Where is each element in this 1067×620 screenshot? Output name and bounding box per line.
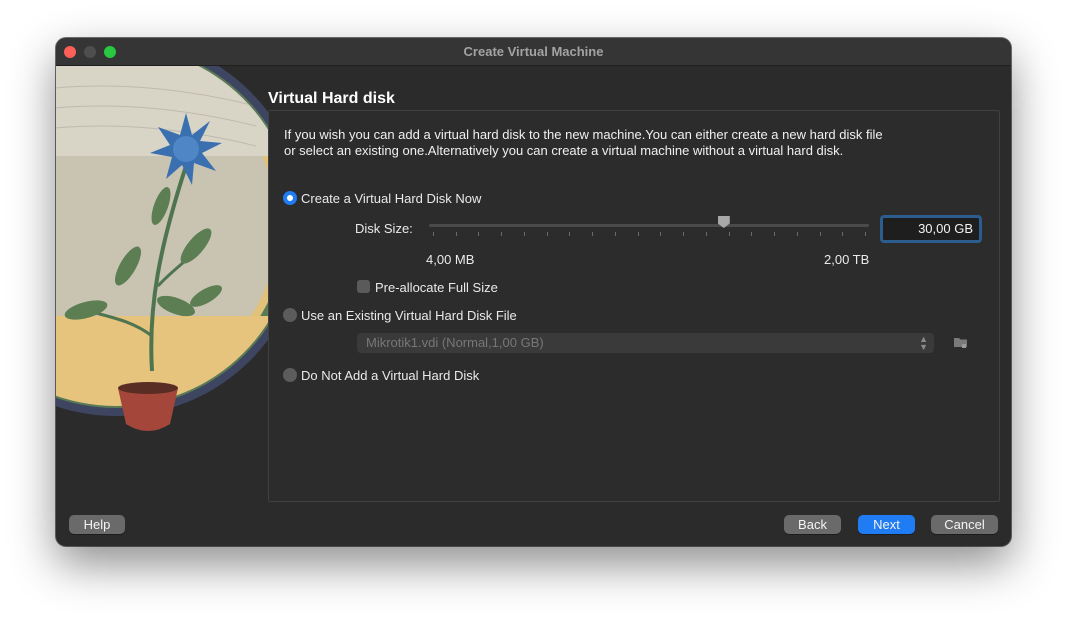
next-button[interactable]: Next (858, 515, 915, 534)
window-title: Create Virtual Machine (463, 44, 604, 59)
slider-tick (705, 232, 707, 236)
slider-tick (842, 232, 844, 236)
slider-tick (455, 232, 457, 236)
slider-tick (546, 232, 548, 236)
slider-tick (501, 232, 503, 236)
disk-size-input[interactable]: 30,00 GB (880, 215, 982, 243)
create-vm-dialog: Create Virtual Machine Virtual Hard disk… (56, 38, 1011, 546)
slider-tick (819, 232, 821, 236)
page-description: If you wish you can add a virtual hard d… (284, 127, 883, 158)
use-existing-disk-radio[interactable] (283, 308, 297, 322)
slider-min-label: 4,00 MB (426, 252, 475, 267)
existing-disk-select[interactable]: Mikrotik1.vdi (Normal,1,00 GB) ▲ ▼ (357, 333, 934, 353)
no-disk-radio[interactable] (283, 368, 297, 382)
help-button[interactable]: Help (69, 515, 125, 534)
existing-disk-selected: Mikrotik1.vdi (Normal,1,00 GB) (366, 335, 544, 350)
use-existing-disk-label[interactable]: Use an Existing Virtual Hard Disk File (301, 308, 517, 323)
disk-size-label: Disk Size: (355, 221, 413, 236)
disk-size-slider[interactable] (429, 214, 869, 238)
title-bar: Create Virtual Machine (56, 38, 1011, 66)
slider-tick (865, 232, 866, 236)
create-disk-now-label[interactable]: Create a Virtual Hard Disk Now (301, 191, 481, 206)
slider-tick (592, 232, 594, 236)
slider-track (429, 224, 869, 227)
slider-tick (433, 232, 434, 236)
slider-ticks (433, 232, 866, 237)
slider-tick (683, 232, 685, 236)
slider-tick (569, 232, 571, 236)
folder-open-icon[interactable] (953, 334, 969, 350)
slider-tick (478, 232, 480, 236)
slider-tick (796, 232, 798, 236)
slider-tick (614, 232, 616, 236)
slider-tick (637, 232, 639, 236)
slider-tick (728, 232, 730, 236)
slider-tick (774, 232, 776, 236)
disk-size-value: 30,00 GB (918, 221, 973, 236)
cancel-button[interactable]: Cancel (931, 515, 998, 534)
preallocate-label[interactable]: Pre-allocate Full Size (375, 280, 498, 295)
no-disk-label[interactable]: Do Not Add a Virtual Hard Disk (301, 368, 479, 383)
content-panel (268, 110, 1000, 502)
page-heading: Virtual Hard disk (268, 90, 395, 107)
slider-tick (660, 232, 662, 236)
back-button[interactable]: Back (784, 515, 841, 534)
slider-tick (523, 232, 525, 236)
create-disk-now-radio[interactable] (283, 191, 297, 205)
chevron-updown-icon: ▲ ▼ (919, 334, 928, 352)
slider-tick (751, 232, 753, 236)
preallocate-checkbox[interactable] (357, 280, 370, 293)
slider-max-label: 2,00 TB (824, 252, 870, 267)
